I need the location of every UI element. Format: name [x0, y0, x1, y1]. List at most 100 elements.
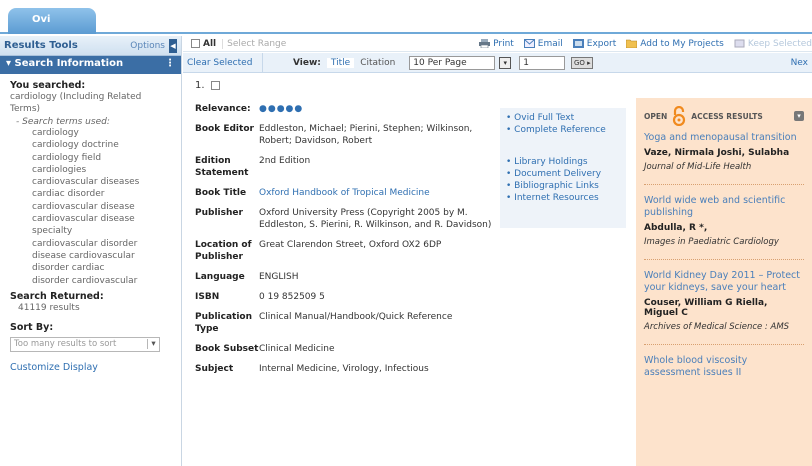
- field-row: ISBN 0 19 852509 5: [195, 291, 500, 303]
- search-term: disorder cardiac: [32, 263, 105, 274]
- open-access-item: World wide web and scientific publishing…: [644, 195, 804, 247]
- drag-handle-icon[interactable]: ⋮: [165, 58, 175, 72]
- keep-selected-button[interactable]: Keep Selected: [734, 39, 812, 49]
- open-access-item: Yoga and menopausal transition Vaze, Nir…: [644, 132, 804, 172]
- you-searched-value: cardiology (Including Related Terms): [10, 92, 142, 114]
- field-key: Book Title: [195, 188, 247, 198]
- per-page-arrow-icon[interactable]: ▾: [499, 56, 512, 69]
- bibliographic-links-link[interactable]: • Bibliographic Links: [506, 180, 626, 192]
- book-title-link[interactable]: Oxford Handbook of Tropical Medicine: [259, 187, 500, 199]
- print-button[interactable]: Print: [479, 39, 514, 49]
- record-number: 1.: [195, 80, 205, 91]
- print-label: Print: [493, 38, 514, 49]
- field-row: Relevance: ●●●●●: [195, 103, 500, 115]
- open-access-item: World Kidney Day 2011 – Protect your kid…: [644, 270, 804, 332]
- results-tools-panel: Results Tools Options ◀ ▾ Search Informa…: [0, 36, 182, 466]
- select-all-checkbox[interactable]: [191, 39, 200, 48]
- field-key: Book Editor: [195, 124, 254, 134]
- link-label: Library Holdings: [514, 157, 588, 167]
- field-value: Internal Medicine, Virology, Infectious: [259, 364, 429, 374]
- search-term: cardiac disorder: [32, 189, 105, 200]
- open-access-title-link[interactable]: World Kidney Day 2011 – Protect your kid…: [644, 270, 804, 294]
- field-key: Location of Publisher: [195, 240, 252, 262]
- tab-ovid[interactable]: Ovi: [8, 8, 96, 34]
- search-information-title: Search Information: [14, 58, 124, 69]
- open-lock-icon: [673, 106, 686, 126]
- field-value: 0 19 852509 5: [259, 292, 325, 302]
- export-button[interactable]: Export: [572, 39, 616, 49]
- open-access-journal: Archives of Medical Science : AMS: [644, 322, 790, 332]
- open-access-authors: Abdulla, R *,: [644, 223, 708, 233]
- field-key: Edition Statement: [195, 156, 249, 178]
- field-key: ISBN: [195, 292, 220, 302]
- export-icon: [572, 39, 584, 48]
- field-value: Oxford University Press (Copyright 2005 …: [259, 208, 492, 230]
- open-access-label-left: OPEN: [644, 111, 668, 121]
- open-access-item: Whole blood viscosity assessment issues …: [644, 355, 804, 379]
- field-row: Edition Statement 2nd Edition: [195, 155, 500, 179]
- field-value: Clinical Medicine: [259, 344, 335, 354]
- email-icon: [523, 39, 535, 48]
- field-row: Publication Type Clinical Manual/Handboo…: [195, 311, 500, 335]
- open-access-authors: Vaze, Nirmala Joshi, Sulabha: [644, 148, 790, 158]
- view-citation-option[interactable]: Citation: [360, 58, 395, 68]
- email-label: Email: [537, 38, 563, 49]
- close-icon[interactable]: ▾: [794, 111, 804, 121]
- you-searched-label: You searched:: [10, 80, 86, 91]
- complete-reference-link[interactable]: • Complete Reference: [506, 124, 626, 136]
- field-key: Book Subset: [195, 344, 259, 354]
- open-access-title-link[interactable]: World wide web and scientific publishing: [644, 195, 804, 219]
- printer-icon: [479, 39, 491, 48]
- sort-by-label: Sort By:: [10, 321, 54, 333]
- search-term: cardiovascular diseases: [32, 177, 140, 188]
- field-row: Language ENGLISH: [195, 271, 500, 283]
- options-link[interactable]: Options: [130, 41, 165, 51]
- page-number-input[interactable]: 1: [519, 55, 566, 70]
- per-page-select[interactable]: 10 Per Page: [409, 55, 496, 70]
- field-row: Book Title Oxford Handbook of Tropical M…: [195, 187, 500, 199]
- search-term: disorder cardiovascular: [32, 275, 138, 286]
- search-terms-label: - Search terms used:: [16, 117, 110, 127]
- open-access-title-link[interactable]: Yoga and menopausal transition: [644, 132, 804, 144]
- record-links-box: • Ovid Full Text • Complete Reference • …: [500, 108, 626, 228]
- view-label: View:: [293, 57, 321, 68]
- field-row: Book Editor Eddleston, Michael; Pierini,…: [195, 123, 500, 147]
- field-key: Relevance:: [195, 104, 251, 114]
- search-term: cardiologies: [32, 164, 87, 175]
- internet-resources-link[interactable]: • Internet Resources: [506, 192, 626, 204]
- search-information-header[interactable]: ▾ Search Information ⋮: [0, 56, 181, 74]
- search-term: cardiology field: [32, 152, 102, 163]
- open-access-journal: Journal of Mid-Life Health: [644, 162, 752, 172]
- collapse-arrow-icon: ▾: [6, 58, 15, 69]
- email-button[interactable]: Email: [523, 38, 563, 49]
- open-access-title-link[interactable]: Whole blood viscosity assessment issues …: [644, 355, 804, 379]
- search-term: cardiovascular disease specialty: [32, 214, 135, 237]
- add-to-projects-button[interactable]: Add to My Projects: [626, 39, 724, 49]
- field-value: ENGLISH: [259, 272, 299, 282]
- record-checkbox[interactable]: [210, 81, 220, 90]
- link-label: Bibliographic Links: [514, 181, 599, 191]
- next-link[interactable]: Nex: [791, 58, 808, 68]
- clear-selected-link[interactable]: Clear Selected: [183, 53, 263, 72]
- field-key: Subject: [195, 364, 234, 374]
- field-value: Great Clarendon Street, Oxford OX2 6DP: [259, 240, 442, 250]
- collapse-icon[interactable]: ◀: [169, 38, 177, 53]
- sort-by-select[interactable]: Too many results to sort ▾: [10, 336, 160, 352]
- tab-label: Ovi: [32, 14, 51, 25]
- field-row: Book Subset Clinical Medicine: [195, 343, 500, 355]
- view-title-option[interactable]: Title: [326, 57, 355, 68]
- field-value: 2nd Edition: [259, 156, 311, 166]
- add-to-projects-label: Add to My Projects: [640, 38, 724, 49]
- library-holdings-link[interactable]: • Library Holdings: [506, 156, 626, 168]
- customize-display-link[interactable]: Customize Display: [10, 362, 173, 373]
- ovid-full-text-link[interactable]: • Ovid Full Text: [506, 112, 626, 124]
- select-range-input[interactable]: Select Range: [222, 38, 320, 49]
- keep-selected-label: Keep Selected: [747, 38, 812, 49]
- search-term: cardiovascular disorder: [32, 238, 138, 249]
- go-button[interactable]: GO ▸: [571, 56, 594, 69]
- document-delivery-link[interactable]: • Document Delivery: [506, 168, 626, 180]
- record-number-row: 1.: [195, 80, 500, 91]
- results-tools-header: Results Tools Options ◀: [0, 36, 181, 56]
- field-value: Clinical Manual/Handbook/Quick Reference: [259, 312, 453, 322]
- search-term: disease cardiovascular: [32, 250, 135, 261]
